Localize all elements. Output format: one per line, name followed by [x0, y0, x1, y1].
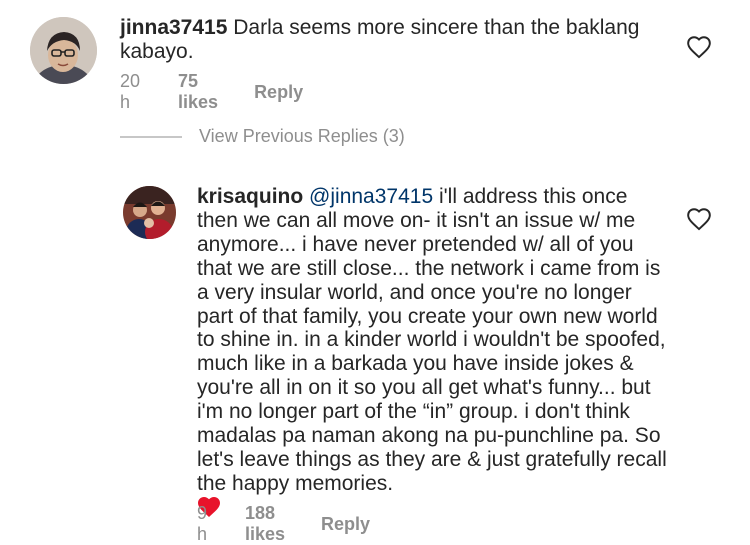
- heart-outline-icon[interactable]: [686, 35, 712, 59]
- view-previous-replies[interactable]: View Previous Replies (3): [120, 126, 405, 147]
- avatar[interactable]: [123, 186, 176, 239]
- avatar-image: [123, 186, 176, 239]
- comment-username[interactable]: krisaquino: [197, 185, 303, 208]
- comment-meta: 9 h 188 likes Reply: [197, 503, 370, 545]
- reply-button[interactable]: Reply: [321, 514, 370, 535]
- comment-body: i'll address this once then we can all m…: [197, 185, 667, 495]
- comment-text: krisaquino @jinna37415 i'll address this…: [197, 185, 669, 520]
- heart-outline-icon[interactable]: [686, 207, 712, 231]
- avatar-image: [30, 17, 97, 84]
- comment-time: 9 h: [197, 503, 208, 544]
- comment-likes[interactable]: 75 likes: [178, 71, 218, 113]
- mention-link[interactable]: @jinna37415: [309, 185, 433, 208]
- comment-likes[interactable]: 188 likes: [245, 503, 285, 545]
- comment-text: jinna37415 Darla seems more sincere than…: [120, 16, 640, 64]
- view-previous-label[interactable]: View Previous Replies (3): [199, 126, 405, 147]
- comment-time: 20 h: [120, 71, 141, 112]
- comment-meta: 20 h 75 likes Reply: [120, 71, 303, 113]
- avatar[interactable]: [30, 17, 97, 84]
- reply-button[interactable]: Reply: [254, 82, 303, 103]
- comment-username[interactable]: jinna37415: [120, 16, 227, 39]
- divider-line: [120, 135, 182, 138]
